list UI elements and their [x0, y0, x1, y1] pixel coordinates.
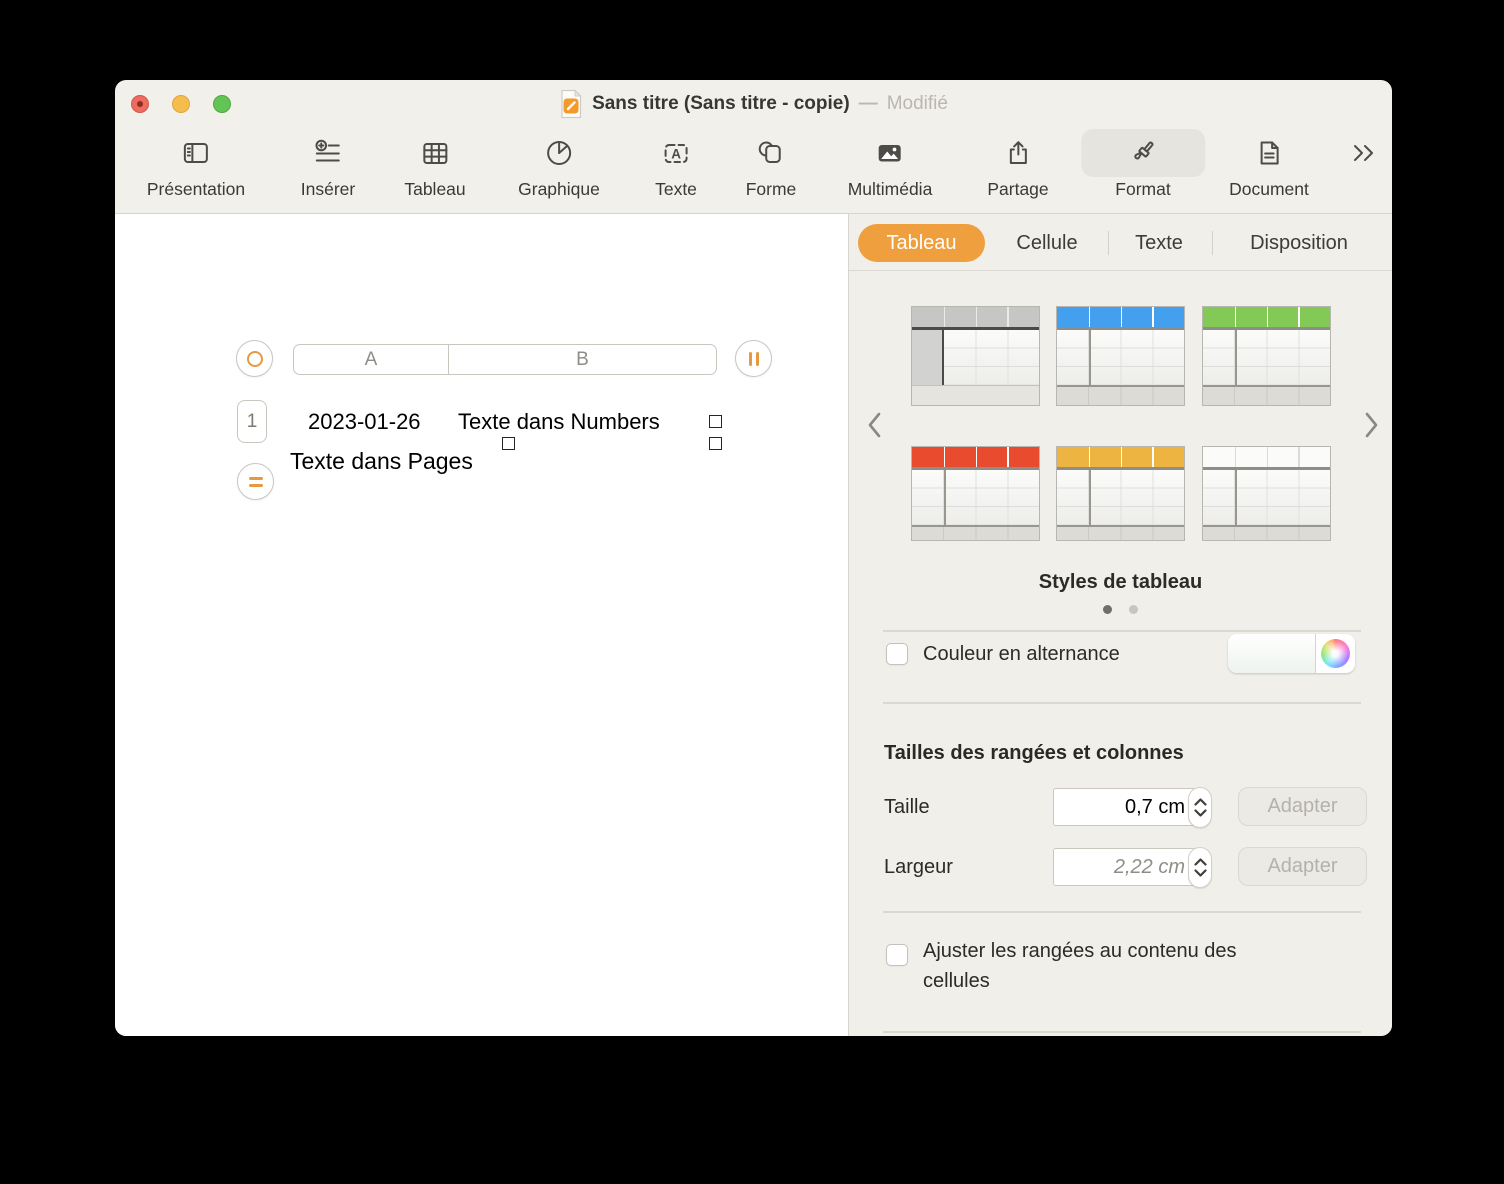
column-header-b[interactable]: B	[449, 345, 716, 374]
toolbar-text-button[interactable]: A Texte	[655, 128, 697, 200]
divider	[883, 1031, 1361, 1033]
format-inspector: Tableau Cellule Texte Disposition Styles…	[849, 214, 1392, 1036]
selection-handle-right[interactable]	[709, 415, 722, 428]
share-icon	[987, 128, 1048, 178]
inspector-tabbar: Tableau Cellule Texte Disposition	[849, 214, 1392, 270]
table-style-option-blanc[interactable]	[1202, 446, 1331, 541]
modified-status: Modifié	[886, 93, 948, 114]
styles-prev-button[interactable]	[865, 410, 885, 440]
screen: Sans titre (Sans titre - copie) — Modifi…	[0, 0, 1504, 1184]
largeur-adapter-button[interactable]: Adapter	[1238, 847, 1367, 886]
alternating-color-label: Couleur en alternance	[923, 643, 1120, 665]
toolbar-table-button[interactable]: Tableau	[404, 128, 466, 200]
row-number-badge[interactable]: 1	[237, 400, 267, 443]
title-separator: —	[858, 93, 878, 114]
toolbar-share-button[interactable]: Partage	[987, 128, 1049, 200]
color-swatch[interactable]	[1228, 634, 1316, 673]
taille-stepper[interactable]	[1188, 787, 1212, 828]
selection-handle-bottom[interactable]	[502, 437, 515, 450]
titlebar: Sans titre (Sans titre - copie) — Modifi…	[115, 80, 1392, 128]
table-style-option-entete-rouge[interactable]	[911, 446, 1040, 541]
tab-tableau[interactable]: Tableau	[858, 224, 985, 262]
text-box-icon: A	[655, 128, 697, 178]
tab-texte[interactable]: Texte	[1135, 224, 1183, 262]
taille-adapter-button[interactable]: Adapter	[1238, 787, 1367, 826]
divider	[883, 630, 1361, 632]
tab-separator	[1108, 231, 1109, 255]
styles-title: Styles de tableau	[1038, 571, 1203, 593]
fit-rows-label: Ajuster les rangées au contenu des cellu…	[923, 940, 1237, 992]
paintbrush-icon	[1115, 128, 1170, 178]
toolbar-media-button[interactable]: Multimédia	[848, 128, 933, 200]
tab-separator	[1212, 231, 1213, 255]
toolbar-format-button[interactable]: Format	[1081, 128, 1205, 200]
svg-text:A: A	[671, 147, 681, 162]
insert-plus-icon	[301, 128, 355, 178]
table-select-handle[interactable]	[236, 340, 273, 377]
color-wheel-icon	[1321, 639, 1350, 668]
styles-next-button[interactable]	[1361, 410, 1381, 440]
chevron-left-icon	[868, 412, 881, 438]
sheet-canvas[interactable]: A B 1 2023-01-26 Texte dans Numbers Text…	[115, 214, 848, 1036]
add-row-icon	[248, 476, 263, 487]
add-row-handle[interactable]	[237, 463, 274, 500]
toolbar-chart-button[interactable]: Graphique	[518, 128, 600, 200]
add-column-handle[interactable]	[735, 340, 772, 377]
table-grid-icon	[404, 128, 465, 178]
tab-disposition[interactable]: Disposition	[1250, 224, 1348, 262]
numbers-window: Sans titre (Sans titre - copie) — Modifi…	[115, 80, 1392, 1036]
stepper-down-icon	[1193, 869, 1207, 877]
window-title: Sans titre (Sans titre - copie)	[592, 93, 850, 114]
toolbar-document-button[interactable]: Document	[1229, 128, 1309, 200]
photo-icon	[848, 128, 933, 178]
tabbar-divider	[849, 270, 1392, 271]
chevron-right-icon	[1365, 412, 1378, 438]
content-area: A B 1 2023-01-26 Texte dans Numbers Text…	[115, 214, 1392, 1036]
largeur-label: Largeur	[884, 856, 953, 878]
numbers-doc-icon	[561, 89, 582, 119]
divider	[883, 702, 1361, 704]
cell-a1[interactable]: 2023-01-26	[308, 400, 421, 443]
largeur-input[interactable]: 2,22 cm	[1053, 848, 1196, 886]
taille-label: Taille	[884, 796, 930, 818]
stepper-down-icon	[1193, 809, 1207, 817]
page-dot-1[interactable]	[1103, 605, 1112, 614]
taille-input[interactable]: 0,7 cm	[1053, 788, 1196, 826]
stepper-up-icon	[1193, 798, 1207, 806]
tab-cellule[interactable]: Cellule	[1016, 224, 1077, 262]
document-icon	[1229, 128, 1309, 178]
add-column-icon	[748, 351, 759, 366]
table-style-option-simple-gris[interactable]	[911, 306, 1040, 406]
divider	[883, 911, 1361, 913]
pie-chart-icon	[518, 128, 600, 178]
presentation-sidebar-icon	[147, 128, 245, 178]
table-handle-ring-icon	[246, 350, 263, 367]
column-header-a[interactable]: A	[294, 345, 449, 374]
toolbar-presentation-button[interactable]: Présentation	[147, 128, 245, 200]
alternating-color-checkbox[interactable]	[886, 643, 908, 665]
toolbar: Présentation Insérer Tableau Graphique A…	[115, 128, 1392, 213]
page-dot-2[interactable]	[1129, 605, 1138, 614]
table-style-option-entete-jaune[interactable]	[1056, 446, 1185, 541]
toolbar-overflow-button[interactable]	[1347, 128, 1381, 178]
table-column-header-bar[interactable]: A B	[293, 344, 717, 375]
table-style-option-entete-bleue[interactable]	[1056, 306, 1185, 406]
text-box[interactable]: Texte dans Pages	[290, 448, 473, 475]
shapes-icon	[746, 128, 797, 178]
table-style-option-entete-verte[interactable]	[1202, 306, 1331, 406]
chevrons-right-icon	[1347, 128, 1381, 178]
toolbar-insert-button[interactable]: Insérer	[301, 128, 355, 200]
styles-pagination	[849, 605, 1392, 614]
fit-rows-checkbox[interactable]	[886, 944, 908, 966]
color-picker-segment[interactable]	[1316, 634, 1355, 673]
selection-handle-corner[interactable]	[709, 437, 722, 450]
cell-b1[interactable]: Texte dans Numbers	[458, 400, 660, 443]
title-group: Sans titre (Sans titre - copie) — Modifi…	[115, 80, 1392, 128]
alternating-color-well[interactable]	[1228, 634, 1355, 673]
toolbar-shape-button[interactable]: Forme	[746, 128, 797, 200]
stepper-up-icon	[1193, 858, 1207, 866]
largeur-stepper[interactable]	[1188, 847, 1212, 888]
sizes-heading: Tailles des rangées et colonnes	[884, 742, 1184, 764]
